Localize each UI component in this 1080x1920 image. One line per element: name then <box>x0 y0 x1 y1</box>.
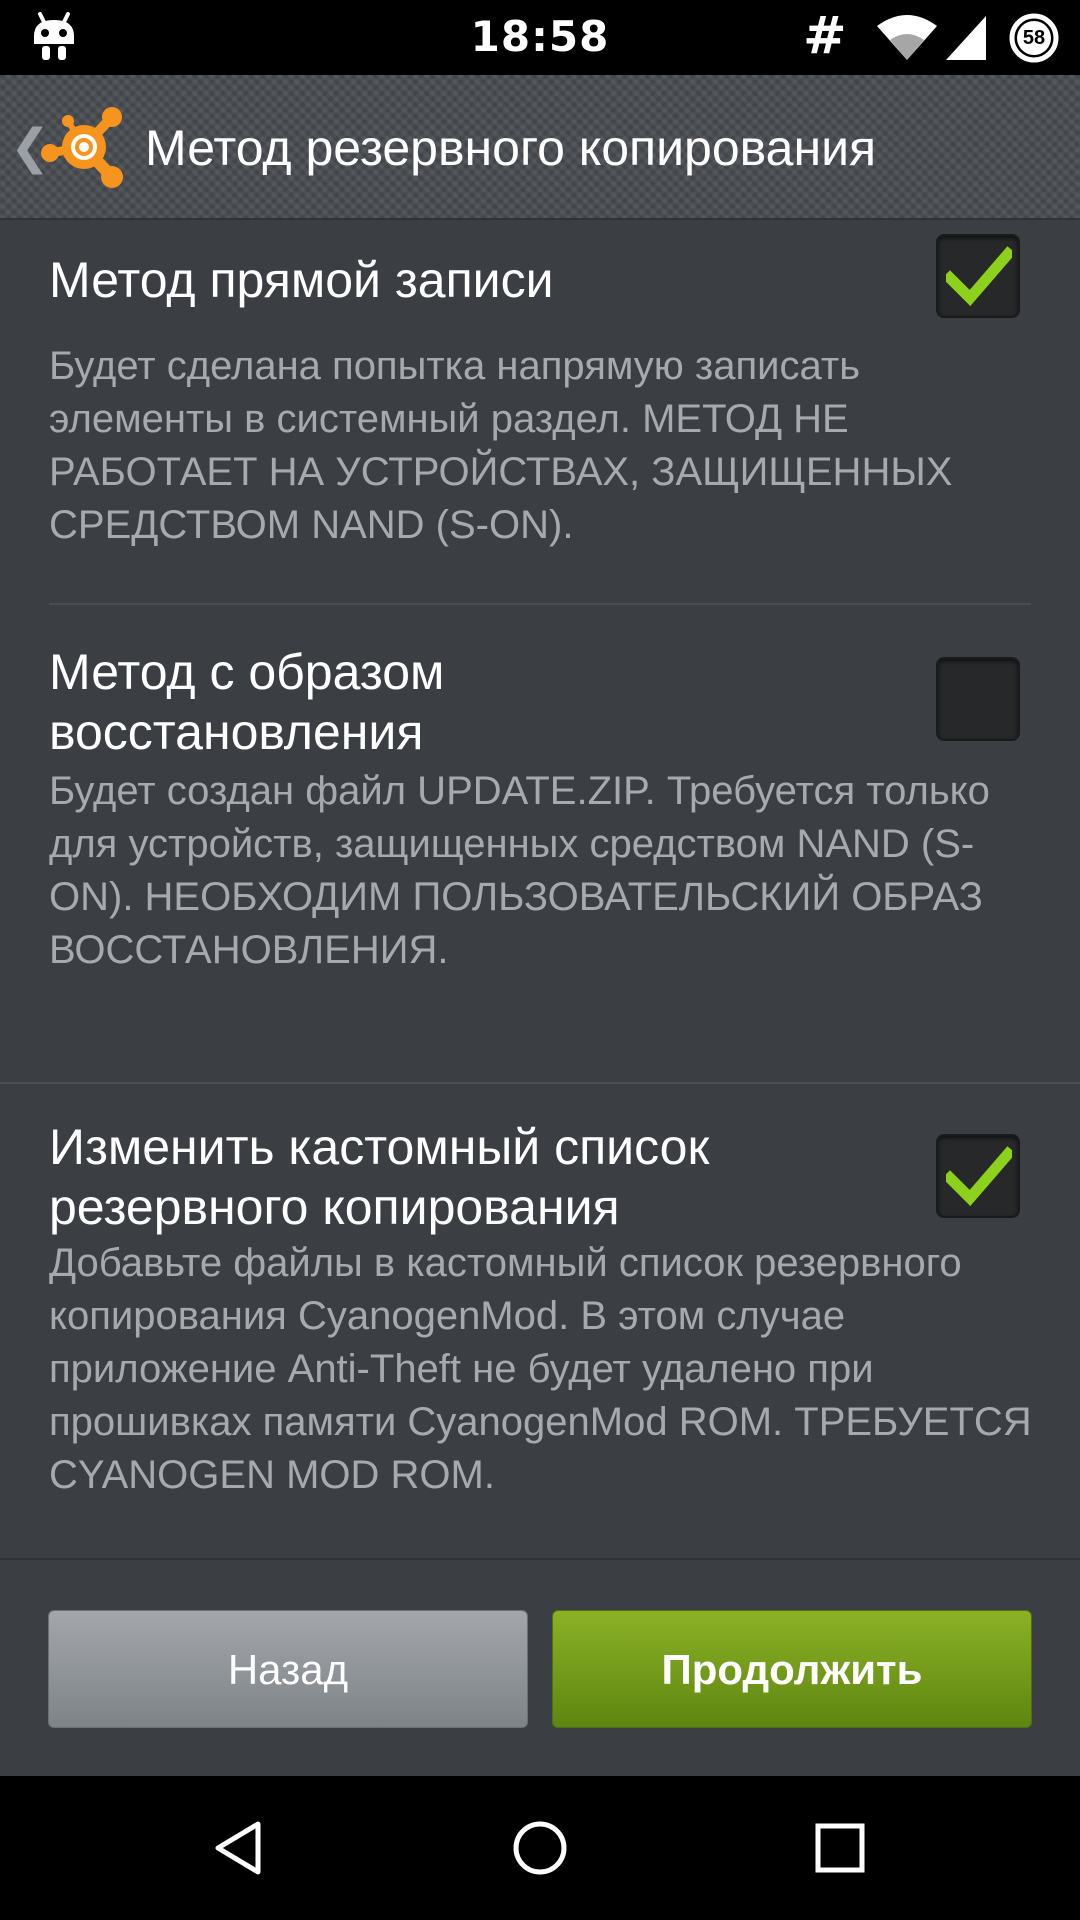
option-description: Будет создан файл UPDATE.ZIP. Требуется … <box>49 769 990 972</box>
nav-back-icon[interactable] <box>208 1816 272 1880</box>
page-title: Метод резервного копирования <box>145 120 877 176</box>
option-direct-write[interactable]: Метод прямой записи Будет сделана попытк… <box>0 220 1080 605</box>
status-bar: 18:58 # 58 <box>0 0 1080 75</box>
navigation-bar <box>0 1776 1080 1920</box>
continue-button[interactable]: Продолжить <box>552 1610 1032 1728</box>
option-title: Метод прямой записи <box>49 252 554 308</box>
option-custom-backup-list[interactable]: Изменить кастомный список резервного коп… <box>0 1084 1080 1558</box>
nav-recents-icon[interactable] <box>808 1816 872 1880</box>
action-bar: ❮ Метод резервного копирования <box>0 75 1080 220</box>
nav-home-icon[interactable] <box>508 1816 572 1880</box>
custom-backup-list-checkbox[interactable] <box>936 1134 1020 1218</box>
checkmark-icon <box>946 1146 1012 1206</box>
back-button[interactable]: Назад <box>48 1610 528 1728</box>
option-title: Изменить кастомный список резервного коп… <box>49 1119 710 1235</box>
option-description: Добавьте файлы в кастомный список резерв… <box>49 1241 1032 1497</box>
hash-icon: # <box>803 6 847 66</box>
battery-level: 58 <box>1022 27 1046 49</box>
button-bar: Назад Продолжить <box>0 1558 1080 1776</box>
option-title: Метод с образом восстановления <box>49 644 445 760</box>
recovery-image-checkbox[interactable] <box>936 657 1020 741</box>
signal-icon <box>946 16 986 60</box>
avast-logo-icon[interactable] <box>36 97 136 197</box>
option-recovery-image[interactable]: Метод с образом восстановления Будет соз… <box>0 605 1080 1080</box>
direct-write-checkbox[interactable] <box>936 234 1020 318</box>
wifi-icon <box>877 15 937 60</box>
option-description: Будет сделана попытка напрямую записать … <box>49 344 953 547</box>
checkmark-icon <box>946 246 1012 306</box>
